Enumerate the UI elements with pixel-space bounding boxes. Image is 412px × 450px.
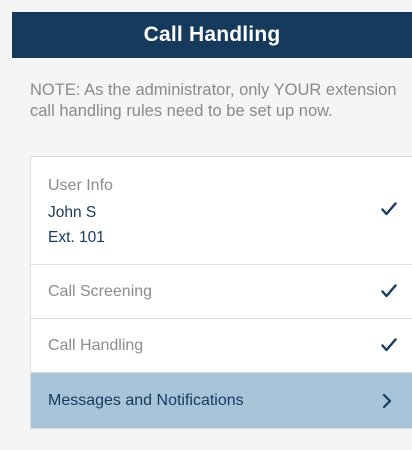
administrator-note: NOTE: As the administrator, only YOUR ex… bbox=[30, 81, 397, 120]
call-screening-row[interactable]: Call Screening bbox=[31, 265, 412, 319]
user-name: John S bbox=[48, 204, 97, 221]
setup-steps-list: User Info John S Ext. 101 Call Screening bbox=[30, 156, 412, 429]
user-info-row[interactable]: User Info John S Ext. 101 bbox=[31, 157, 412, 265]
user-info-label: User Info bbox=[48, 177, 113, 194]
checkmark-icon bbox=[380, 200, 398, 218]
call-screening-label: Call Screening bbox=[48, 283, 153, 300]
checkmark-icon bbox=[380, 336, 398, 354]
content-area: NOTE: As the administrator, only YOUR ex… bbox=[12, 58, 412, 450]
call-handling-label: Call Handling bbox=[48, 337, 144, 354]
chevron-right-icon bbox=[380, 393, 394, 409]
call-handling-screen: Call Handling NOTE: As the administrator… bbox=[0, 0, 412, 450]
checkmark-icon bbox=[380, 282, 398, 300]
messages-notifications-label: Messages and Notifications bbox=[48, 392, 244, 409]
user-extension: Ext. 101 bbox=[48, 229, 105, 246]
messages-notifications-row[interactable]: Messages and Notifications bbox=[31, 373, 412, 428]
call-handling-row[interactable]: Call Handling bbox=[31, 319, 412, 373]
page-title: Call Handling bbox=[12, 12, 412, 58]
